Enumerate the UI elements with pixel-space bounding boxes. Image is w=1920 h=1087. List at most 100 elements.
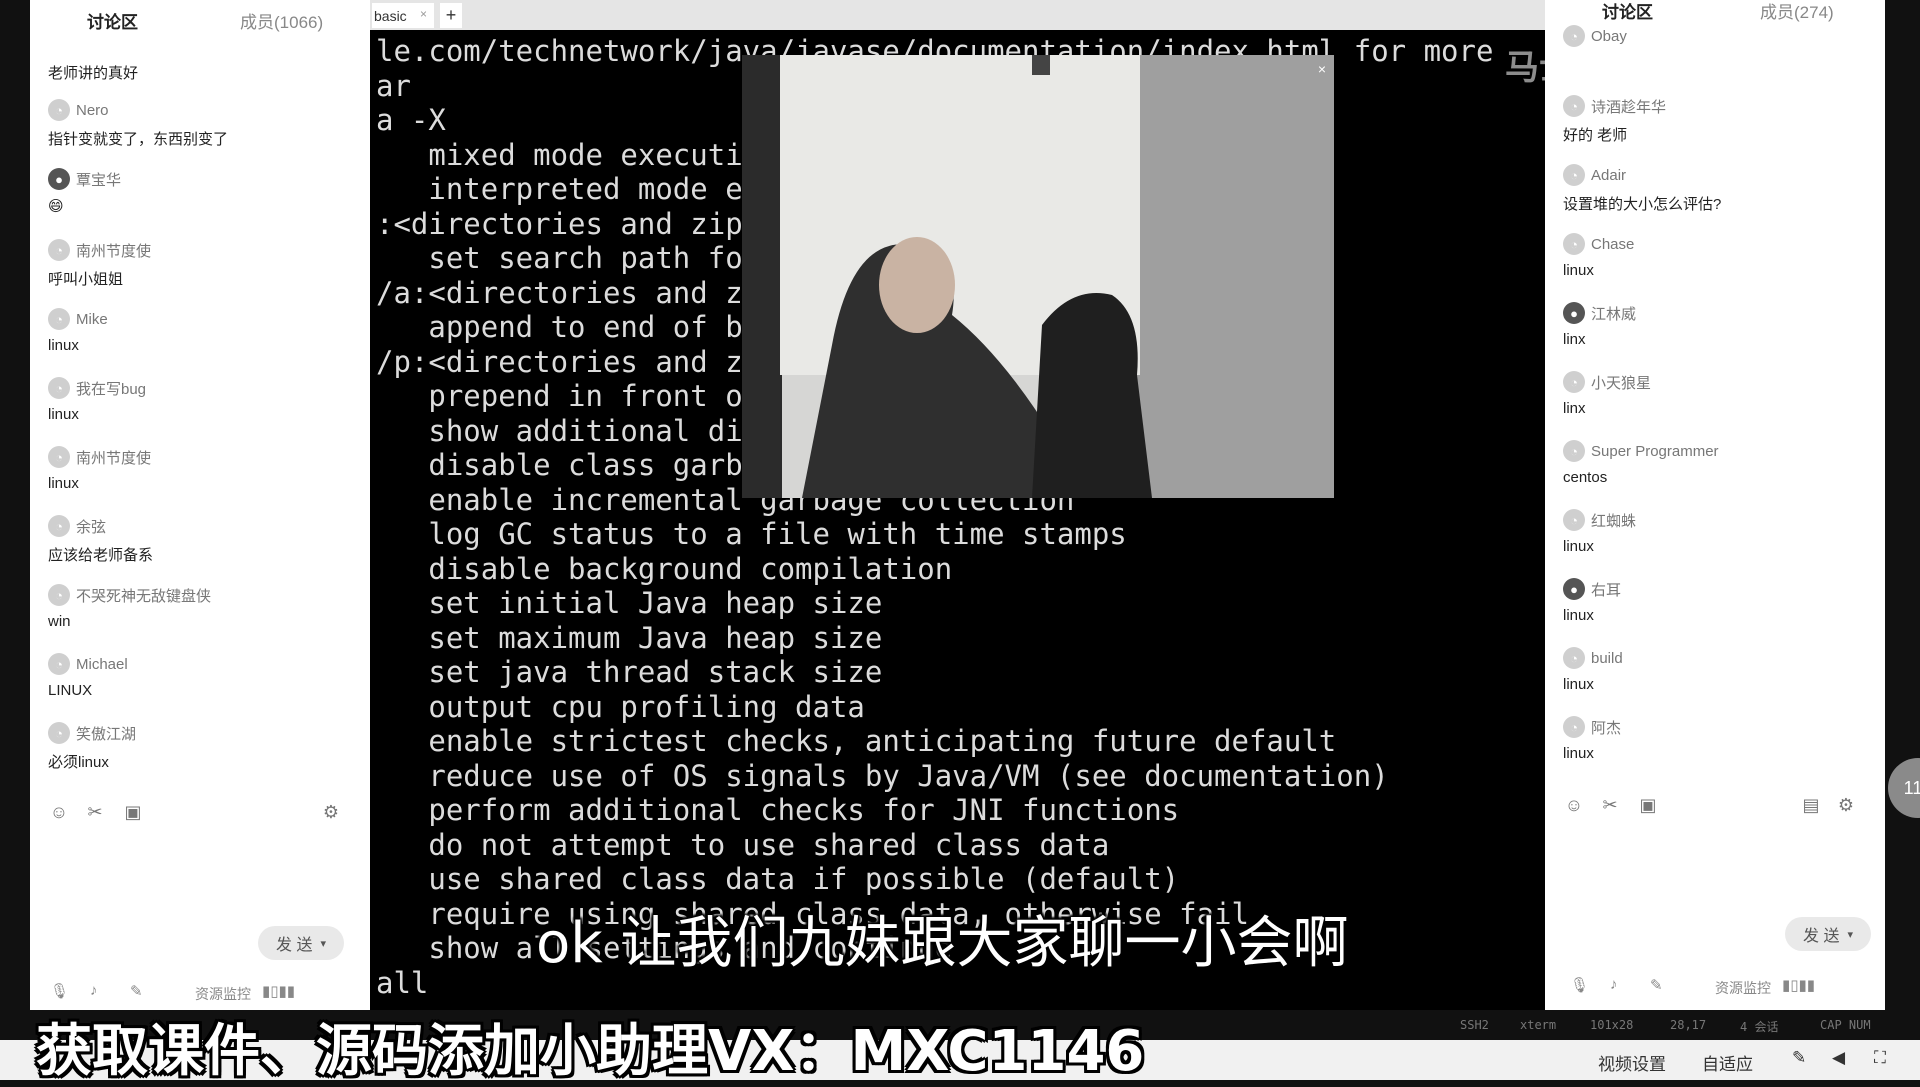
avatar: ● bbox=[1563, 302, 1585, 324]
terminal-line: do not attempt to use shared class data bbox=[376, 827, 1110, 862]
right-chat-panel: 讨论区 成员(274) ◔ Obay ◔ 诗酒趁年华 好的 老师 ◔ Adair 设置… bbox=[1545, 0, 1885, 1010]
terminal-line: perform additional checks for JNI functi… bbox=[376, 793, 1180, 827]
tab-discussion[interactable]: 讨论区 bbox=[87, 8, 138, 33]
avatar: ◔ bbox=[1563, 164, 1585, 186]
close-icon[interactable]: × bbox=[420, 7, 427, 21]
video-subtitle: ok 让我们九妹跟大家聊一小会啊 bbox=[536, 911, 1349, 976]
send-button[interactable]: 发 送 ▾ bbox=[1785, 917, 1871, 951]
terminal-status-bar: SSH2 xterm 101x28 28,17 4 会话 CAP NUM bbox=[1440, 1018, 1880, 1038]
terminal-line: append to end of b bbox=[376, 310, 743, 344]
message-text: 😄 bbox=[48, 198, 64, 215]
send-label: 发 送 bbox=[1803, 928, 1840, 945]
avatar: ◔ bbox=[48, 722, 70, 744]
list-item: ◔ 笑傲江湖 必须linux bbox=[48, 721, 136, 772]
terminal-line: all bbox=[376, 965, 429, 1000]
message-username: Adair bbox=[1591, 166, 1627, 184]
terminal-line: set maximum Java heap size bbox=[376, 620, 883, 655]
video-settings-button[interactable]: 视频设置 bbox=[1598, 1050, 1666, 1075]
avatar: ◔ bbox=[1563, 716, 1585, 738]
message-username: Michael bbox=[76, 655, 128, 673]
tab-members[interactable]: 成员(1066) bbox=[240, 8, 323, 33]
resource-monitor-label[interactable]: 资源监控 bbox=[1715, 978, 1771, 998]
microphone-icon[interactable]: ✎ bbox=[1792, 1048, 1806, 1068]
left-chat-panel: 讨论区 成员(1066) 老师讲的真好 ◔ Nero 指针变就变了，东西别变了 ●… bbox=[30, 0, 370, 1010]
message-username: 诗酒趁年华 bbox=[1591, 98, 1667, 116]
message-username: Super Programmer bbox=[1591, 442, 1719, 460]
message-text: 指针变就变了，东西别变了 bbox=[48, 131, 229, 148]
list-item: ● 江林威 linx bbox=[1563, 301, 1636, 348]
emoji-icon[interactable]: ☺ bbox=[1563, 795, 1585, 816]
message-username: 南州节度使 bbox=[76, 449, 152, 467]
tab-members[interactable]: 成员(274) bbox=[1760, 0, 1834, 23]
new-tab-button[interactable]: + bbox=[440, 3, 462, 28]
pin-icon[interactable]: ✎ bbox=[130, 982, 143, 1000]
bar-chart-icon: ▮▯▮▮ bbox=[1782, 977, 1816, 994]
message-text: 必须linux bbox=[48, 754, 109, 771]
list-item: ◔ 南州节度使 呼叫小姐姐 bbox=[48, 238, 151, 289]
scissors-icon[interactable]: ✂ bbox=[84, 802, 106, 823]
avatar: ◔ bbox=[48, 99, 70, 121]
send-button[interactable]: 发 送 ▾ bbox=[258, 926, 344, 960]
volume-icon[interactable]: ◀ bbox=[1832, 1048, 1845, 1068]
message-text: 应该给老师备系 bbox=[48, 547, 154, 564]
settings-icon[interactable]: ⚙ bbox=[1835, 795, 1857, 816]
webcam-image bbox=[742, 55, 1334, 498]
avatar: ◔ bbox=[48, 239, 70, 261]
terminal-line: disable background compilation bbox=[376, 551, 953, 586]
pin-icon[interactable]: ✎ bbox=[1650, 976, 1663, 994]
image-icon[interactable]: ▣ bbox=[1637, 795, 1659, 816]
message-text: 呼叫小姐姐 bbox=[48, 271, 124, 288]
speaker-icon[interactable]: ♪ bbox=[1610, 976, 1618, 993]
close-icon[interactable]: × bbox=[1318, 61, 1326, 77]
scissors-icon[interactable]: ✂ bbox=[1599, 795, 1621, 816]
terminal-line: mixed mode executi bbox=[376, 137, 743, 172]
list-item: ● 右耳 linux bbox=[1563, 577, 1621, 624]
speaker-icon[interactable]: ♪ bbox=[90, 982, 98, 999]
list-item: ◔ Chase linux bbox=[1563, 232, 1634, 279]
message-username: build bbox=[1591, 649, 1623, 667]
chat-bubble-icon[interactable]: ▤ bbox=[1800, 795, 1822, 816]
message-username: Nero bbox=[76, 101, 109, 119]
message-username: 不哭死神无敌键盘侠 bbox=[76, 587, 212, 605]
list-item: ◔ Nero 指针变就变了，东西别变了 bbox=[48, 98, 228, 149]
message-username: 笑傲江湖 bbox=[76, 725, 137, 743]
status-ssh: SSH2 bbox=[1460, 1018, 1489, 1032]
status-size: 101x28 bbox=[1590, 1018, 1634, 1032]
avatar: ◔ bbox=[48, 515, 70, 537]
list-item: ◔ 阿杰 linux bbox=[1563, 715, 1621, 762]
message-username: 阿杰 bbox=[1591, 719, 1622, 737]
terminal-tab-bar: basic × + bbox=[370, 0, 1545, 30]
left-chat-tabs: 讨论区 成员(1066) bbox=[30, 0, 370, 40]
settings-icon[interactable]: ⚙ bbox=[320, 802, 342, 823]
list-item: 老师讲的真好 bbox=[48, 36, 138, 83]
fullscreen-icon[interactable]: ⛶ bbox=[1874, 1048, 1886, 1068]
image-icon[interactable]: ▣ bbox=[122, 802, 144, 823]
status-sessions: 4 会话 bbox=[1740, 1020, 1779, 1034]
status-term: xterm bbox=[1520, 1018, 1557, 1032]
terminal-line: enable strictest checks, anticipating fu… bbox=[376, 724, 1337, 758]
emoji-icon[interactable]: ☺ bbox=[48, 802, 70, 823]
microphone-icon[interactable]: 🎙 bbox=[1570, 976, 1589, 994]
message-text: 好的 老师 bbox=[1563, 127, 1628, 144]
terminal-line: /a:<directories and z bbox=[376, 275, 743, 310]
tab-discussion[interactable]: 讨论区 bbox=[1602, 0, 1653, 23]
tab-basic[interactable]: basic × bbox=[372, 3, 434, 28]
message-username: 江林威 bbox=[1591, 305, 1637, 323]
resource-monitor-label[interactable]: 资源监控 bbox=[195, 984, 251, 1004]
avatar: ◔ bbox=[1563, 509, 1585, 531]
auto-fit-button[interactable]: 自适应 bbox=[1702, 1050, 1753, 1075]
message-text: linux bbox=[1563, 676, 1594, 693]
avatar: ◔ bbox=[1563, 647, 1585, 669]
list-item: ◔ 不哭死神无敌键盘侠 win bbox=[48, 583, 211, 630]
watermark-logo: 马士兵教育 bbox=[1505, 40, 1675, 89]
list-item: ◔ Adair 设置堆的大小怎么评估? bbox=[1563, 163, 1721, 214]
microphone-icon[interactable]: 🎙 bbox=[50, 982, 69, 1000]
side-badge[interactable]: 110 bbox=[1888, 758, 1920, 818]
terminal-line: output cpu profiling data bbox=[376, 689, 865, 724]
chevron-down-icon: ▾ bbox=[320, 937, 326, 950]
avatar: ◔ bbox=[1563, 233, 1585, 255]
terminal-line: disable class garb bbox=[376, 448, 743, 482]
avatar: ● bbox=[1563, 578, 1585, 600]
terminal-line: reduce use of OS signals by Java/VM (see… bbox=[376, 758, 1389, 793]
terminal-line: :<directories and zip bbox=[376, 206, 743, 241]
